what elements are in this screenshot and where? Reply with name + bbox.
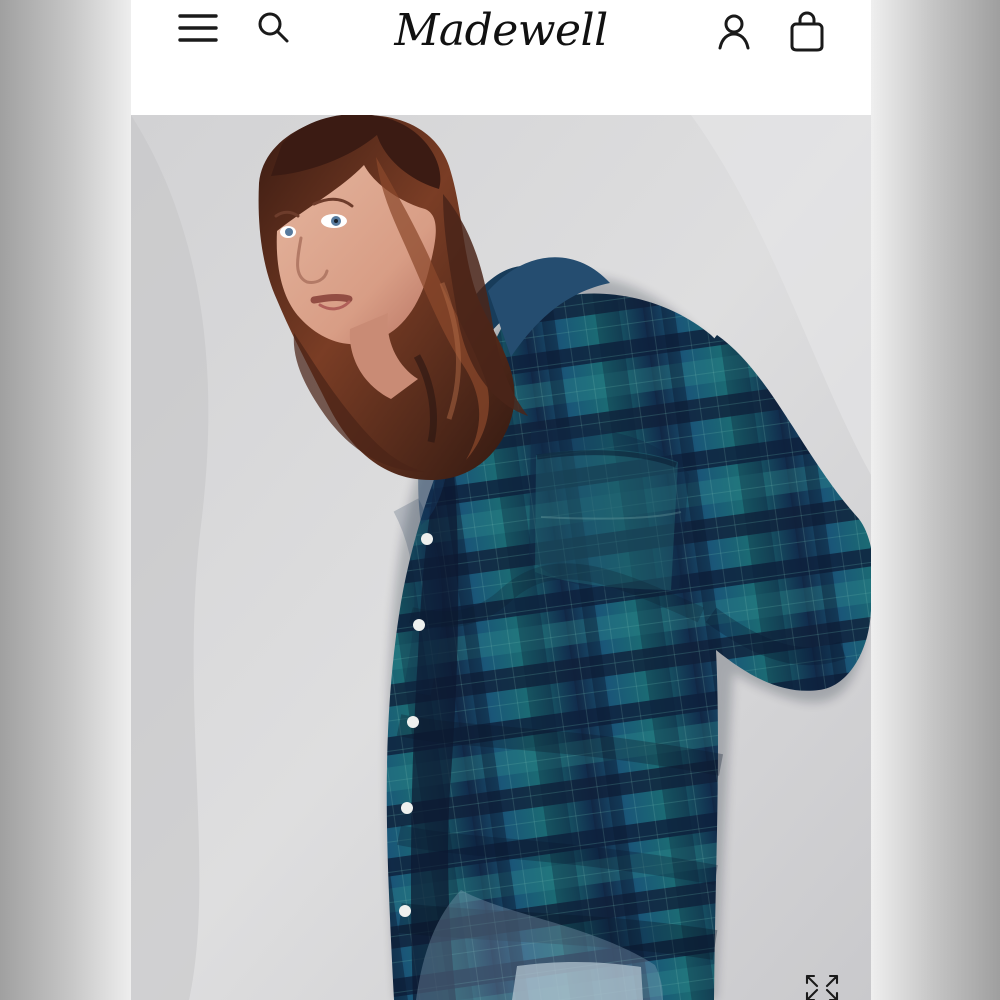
product-image[interactable] (131, 115, 871, 1000)
search-button[interactable] (255, 10, 291, 46)
expand-icon (803, 974, 841, 1000)
search-icon (256, 10, 290, 47)
site-header: Madewell (131, 0, 871, 89)
menu-button[interactable] (177, 10, 219, 48)
left-screen-blur (0, 0, 131, 1000)
header-spacer (131, 88, 871, 115)
mobile-product-page: Madewell (131, 0, 871, 1000)
model-wearing-plaid-shirt-illustration (131, 115, 871, 1000)
expand-image-button[interactable] (803, 972, 841, 1000)
shopping-bag-icon (788, 10, 826, 55)
hamburger-menu-icon (178, 11, 218, 48)
right-screen-blur (871, 0, 1000, 1000)
account-icon (717, 13, 751, 54)
account-button[interactable] (717, 13, 751, 53)
shopping-bag-button[interactable] (788, 10, 826, 54)
brand-logo[interactable]: Madewell (371, 2, 631, 64)
